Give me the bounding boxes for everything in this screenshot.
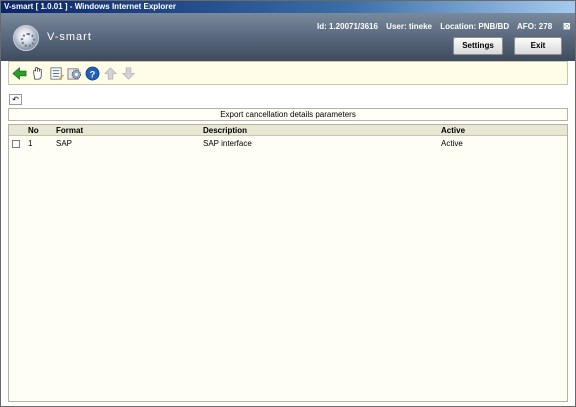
session-info: Id: 1.20071/3616 User: tineke Location: …	[317, 22, 558, 31]
brand-name: V-smart	[47, 31, 92, 43]
undo-icon[interactable]: ↶	[9, 94, 22, 105]
settings-gear-icon[interactable]	[67, 66, 82, 81]
vsmart-logo-icon	[13, 25, 39, 51]
afo-text: AFO: 278	[517, 22, 553, 31]
browser-window: V-smart [ 1.0.01 ] - Windows Internet Ex…	[0, 0, 576, 407]
hand-select-icon[interactable]	[30, 66, 45, 81]
app-header: V-smart Id: 1.20071/3616 User: tineke Lo…	[1, 13, 575, 61]
location-text: Location: PNB/BD	[440, 22, 510, 31]
help-icon[interactable]: ?	[85, 66, 100, 81]
toolbar: ?	[8, 61, 568, 85]
settings-button[interactable]: Settings	[453, 37, 503, 55]
user-text: User: tineke	[386, 22, 432, 31]
table-header: No Format Description Active	[9, 125, 567, 136]
list-edit-icon[interactable]	[49, 66, 64, 81]
row-checkbox[interactable]	[12, 140, 20, 148]
form-title: Export cancellation details parameters	[8, 108, 568, 121]
close-icon[interactable]: ⊠	[563, 21, 571, 32]
cell-description: SAP interface	[203, 139, 252, 148]
svg-text:?: ?	[90, 69, 96, 79]
col-header-active[interactable]: Active	[441, 126, 465, 135]
col-header-format[interactable]: Format	[56, 126, 83, 135]
down-arrow-icon[interactable]	[121, 66, 136, 81]
cell-active: Active	[441, 139, 463, 148]
table-row[interactable]: 1 SAP SAP interface Active	[9, 137, 567, 150]
id-text: Id: 1.20071/3616	[317, 22, 378, 31]
col-header-no[interactable]: No	[28, 126, 39, 135]
parameters-table: No Format Description Active 1 SAP SAP i…	[8, 124, 568, 402]
back-arrow-icon[interactable]	[12, 66, 27, 81]
window-title: V-smart [ 1.0.01 ] - Windows Internet Ex…	[1, 1, 575, 13]
cell-no: 1	[28, 139, 33, 148]
exit-button[interactable]: Exit	[514, 37, 562, 55]
col-header-description[interactable]: Description	[203, 126, 247, 135]
cell-format: SAP	[56, 139, 73, 148]
up-arrow-icon[interactable]	[103, 66, 118, 81]
